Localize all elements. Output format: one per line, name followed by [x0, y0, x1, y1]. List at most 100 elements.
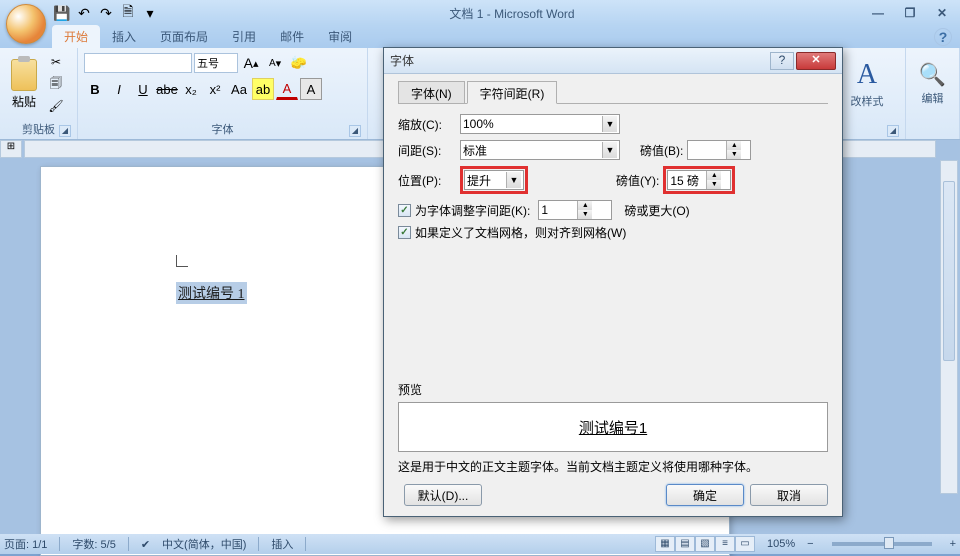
kerning-input[interactable]	[539, 203, 577, 217]
dialog-footer: 默认(D)... 确定 取消	[398, 484, 828, 506]
selected-text[interactable]: 测试编号 1	[176, 282, 247, 304]
spin-up-icon[interactable]: ▲	[707, 171, 721, 180]
clipboard-launcher[interactable]: ◢	[59, 125, 71, 137]
char-shading-button[interactable]: A	[300, 78, 322, 100]
qat-dropdown-icon[interactable]: ▾	[140, 3, 160, 23]
web-layout-view[interactable]: ▧	[695, 536, 715, 552]
zoom-out[interactable]: −	[807, 538, 813, 550]
tab-font-n[interactable]: 字体(N)	[398, 81, 465, 104]
spin-up-icon[interactable]: ▲	[578, 201, 592, 210]
minimize-button[interactable]: —	[864, 5, 892, 21]
dialog-help-button[interactable]: ?	[770, 52, 794, 70]
dialog-title-bar[interactable]: 字体 ? ✕	[384, 48, 842, 74]
tab-mailings[interactable]: 邮件	[268, 25, 316, 48]
language-indicator[interactable]: 中文(简体，中国)	[162, 536, 246, 552]
full-screen-view[interactable]: ▤	[675, 536, 695, 552]
subscript-button[interactable]: x₂	[180, 78, 202, 100]
chevron-down-icon[interactable]: ▼	[602, 142, 617, 158]
superscript-button[interactable]: x²	[204, 78, 226, 100]
spin-down-icon[interactable]: ▼	[578, 210, 592, 219]
shrink-font-button[interactable]: A▾	[264, 52, 286, 74]
office-button[interactable]	[6, 4, 46, 44]
cut-icon[interactable]: ✂	[46, 52, 66, 72]
maximize-button[interactable]: ❐	[896, 5, 924, 21]
copy-icon[interactable]: 🗐	[46, 74, 66, 94]
dialog-close-button[interactable]: ✕	[796, 52, 836, 70]
font-label: 字体 ◢	[84, 121, 361, 137]
change-styles-button[interactable]: A 改样式	[842, 52, 892, 116]
ruler-toggle[interactable]: ⊞	[0, 140, 22, 158]
vertical-scrollbar[interactable]	[940, 160, 958, 494]
status-bar: 页面: 1/1 字数: 5/5 ✔ 中文(简体，中国) 插入 ▦ ▤ ▧ ≡ ▭…	[0, 534, 960, 554]
editing-button[interactable]: 🔍 编辑	[912, 52, 953, 116]
undo-icon[interactable]: ↶	[74, 3, 94, 23]
redo-icon[interactable]: ↷	[96, 3, 116, 23]
kerning-checkbox[interactable]: ✓	[398, 204, 411, 217]
underline-button[interactable]: U	[132, 78, 154, 100]
zoom-slider-thumb[interactable]	[884, 537, 894, 549]
dialog-tabs: 字体(N) 字符间距(R)	[398, 80, 828, 104]
font-name-combo[interactable]	[84, 53, 192, 73]
print-layout-view[interactable]: ▦	[655, 536, 675, 552]
insert-mode[interactable]: 插入	[271, 536, 293, 552]
position-highlight: 提升▼	[460, 166, 528, 194]
spin-down-icon[interactable]: ▼	[707, 180, 721, 189]
tab-insert[interactable]: 插入	[100, 25, 148, 48]
kerning-spinner[interactable]: ▲▼	[538, 200, 612, 220]
spin-down-icon[interactable]: ▼	[727, 150, 741, 159]
position-label: 位置(P):	[398, 172, 460, 189]
position-pt-label: 磅值(Y):	[616, 172, 659, 189]
tab-references[interactable]: 引用	[220, 25, 268, 48]
format-painter-icon[interactable]: 🖌	[46, 96, 66, 116]
zoom-slider[interactable]	[832, 542, 932, 546]
spacing-combo[interactable]: 标准▼	[460, 140, 620, 160]
position-pt-spinner[interactable]: ▲▼	[667, 170, 731, 190]
clear-format-button[interactable]: 🧽	[288, 52, 310, 74]
tab-home[interactable]: 开始	[52, 25, 100, 48]
zoom-level[interactable]: 105%	[767, 538, 795, 550]
spacing-pt-spinner[interactable]: ▲▼	[687, 140, 751, 160]
tab-layout[interactable]: 页面布局	[148, 25, 220, 48]
chevron-down-icon[interactable]: ▼	[506, 172, 521, 188]
snap-checkbox[interactable]: ✓	[398, 226, 411, 239]
outline-view[interactable]: ≡	[715, 536, 735, 552]
kerning-label: 为字体调整字间距(K):	[415, 202, 530, 219]
font-launcher[interactable]: ◢	[349, 125, 361, 137]
position-pt-input[interactable]	[668, 173, 706, 187]
styles-launcher[interactable]: ◢	[887, 125, 899, 137]
default-button[interactable]: 默认(D)...	[404, 484, 482, 506]
bold-button[interactable]: B	[84, 78, 106, 100]
tab-review[interactable]: 审阅	[316, 25, 364, 48]
position-combo[interactable]: 提升▼	[464, 170, 524, 190]
spin-up-icon[interactable]: ▲	[727, 141, 741, 150]
help-icon[interactable]: ?	[934, 28, 952, 46]
group-clipboard: 粘贴 ✂ 🗐 🖌 剪贴板 ◢	[0, 48, 78, 139]
draft-view[interactable]: ▭	[735, 536, 755, 552]
spacing-pt-input[interactable]	[688, 143, 726, 157]
tab-char-spacing[interactable]: 字符间距(R)	[467, 81, 558, 104]
save-icon[interactable]: 💾	[52, 3, 72, 23]
ok-button[interactable]: 确定	[666, 484, 744, 506]
new-doc-icon[interactable]: 🗎	[118, 3, 138, 23]
change-case-button[interactable]: Aa	[228, 78, 250, 100]
close-button[interactable]: ✕	[928, 5, 956, 21]
grow-font-button[interactable]: A▴	[240, 52, 262, 74]
preview-box: 测试编号1	[398, 402, 828, 452]
strike-button[interactable]: abe	[156, 78, 178, 100]
proofing-icon[interactable]: ✔	[141, 538, 150, 551]
dialog-body: 字体(N) 字符间距(R) 缩放(C): 100%▼ 间距(S): 标准▼ 磅值…	[384, 74, 842, 481]
font-size-combo[interactable]	[194, 53, 238, 73]
zoom-in[interactable]: +	[950, 538, 956, 550]
page-indicator[interactable]: 页面: 1/1	[4, 536, 47, 552]
chevron-down-icon[interactable]: ▼	[602, 116, 617, 132]
italic-button[interactable]: I	[108, 78, 130, 100]
paste-button[interactable]: 粘贴	[6, 52, 42, 116]
clipboard-label: 剪贴板 ◢	[6, 121, 71, 137]
word-count[interactable]: 字数: 5/5	[72, 536, 115, 552]
scale-combo[interactable]: 100%▼	[460, 114, 620, 134]
spacing-label: 间距(S):	[398, 142, 460, 159]
scrollbar-thumb[interactable]	[943, 181, 955, 361]
cancel-button[interactable]: 取消	[750, 484, 828, 506]
font-color-button[interactable]: A	[276, 78, 298, 100]
highlight-button[interactable]: ab	[252, 78, 274, 100]
